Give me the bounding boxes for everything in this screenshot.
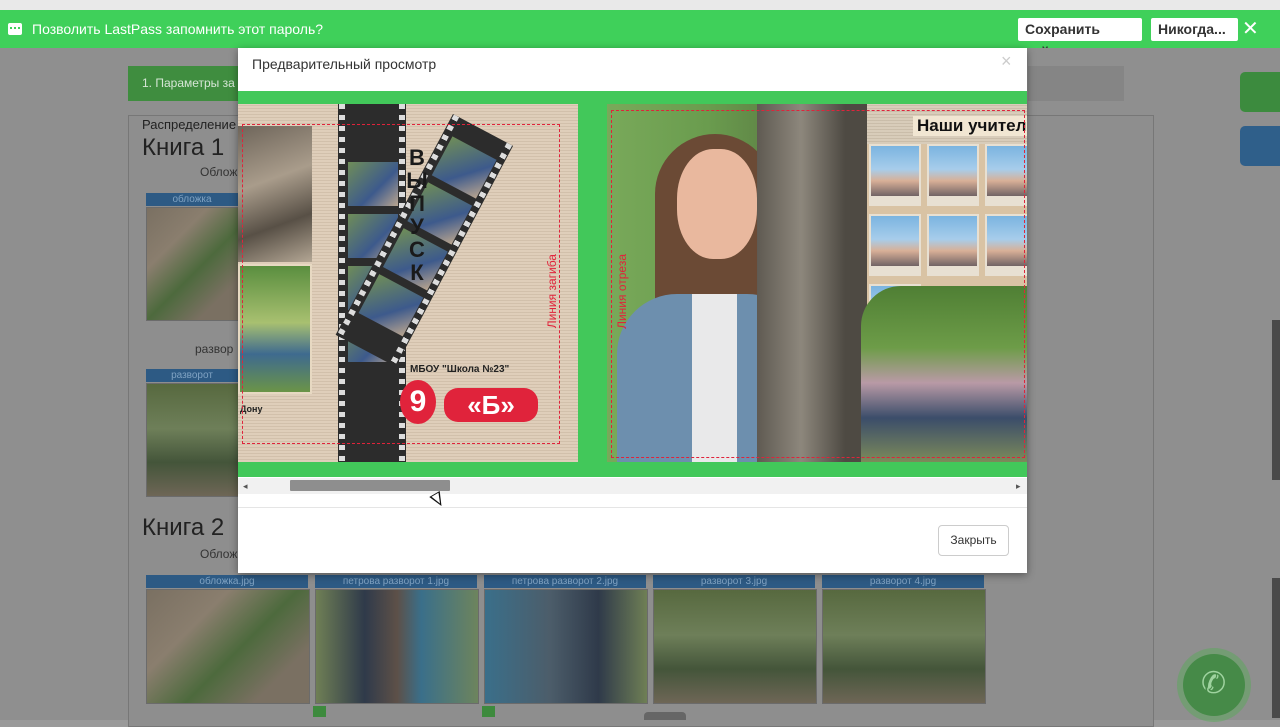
preview-cover-page: Дону В Ы П У С К МБОУ "Школа №23" 9 «Б» …	[238, 104, 578, 462]
book-1-cover-caption: обложка	[146, 193, 238, 206]
book-2-thumb-4[interactable]	[653, 589, 817, 704]
step-tab-parameters[interactable]: 1. Параметры за	[128, 66, 248, 101]
view-side-button[interactable]	[1240, 126, 1280, 166]
preview-canvas: Дону В Ы П У С К МБОУ "Школа №23" 9 «Б» …	[238, 91, 1027, 477]
scrollbar-thumb[interactable]	[290, 480, 450, 491]
lastpass-bar: Позволить LastPass запомнить этот пароль…	[0, 10, 1280, 60]
bottom-handle[interactable]	[644, 712, 686, 720]
cut-line-label: Линия отреза	[615, 254, 629, 329]
lastpass-save-site-button[interactable]: Сохранить сайт	[1018, 18, 1142, 60]
book-2-thumb-caption-3: петрова разворот 2.jpg	[484, 575, 646, 588]
book-2-thumb-5[interactable]	[822, 589, 986, 704]
book-2-thumb-caption-2: петрова разворот 1.jpg	[315, 575, 477, 588]
right-edge-strip	[1272, 320, 1280, 480]
lastpass-prompt: Позволить LastPass запомнить этот пароль…	[32, 21, 324, 37]
right-edge-strip	[1272, 578, 1280, 718]
lastpass-never-button[interactable]: Никогда...	[1151, 18, 1238, 41]
book-2-thumb-3[interactable]	[484, 589, 648, 704]
thumb-badge-icon	[482, 706, 495, 717]
scroll-left-arrow-icon[interactable]: ◂	[243, 481, 248, 492]
modal-close-icon[interactable]: ×	[1001, 51, 1012, 72]
book-2-thumb-caption-1: обложка.jpg	[146, 575, 308, 588]
book-1-spread-thumb[interactable]	[146, 383, 240, 497]
thumb-badge-icon	[313, 706, 326, 717]
fold-line-label: Линия загиба	[545, 254, 559, 329]
preview-spread-page: Наши учител Линия отреза	[607, 104, 1027, 462]
step-tab-next[interactable]	[1028, 66, 1124, 101]
book-1-cover-label: Облож	[200, 165, 238, 179]
book-2-thumb-2[interactable]	[315, 589, 479, 704]
book-1-spread-caption: разворот	[146, 369, 238, 382]
book-2-cover-label: Облож	[200, 547, 238, 561]
book-1-cover-thumb[interactable]	[146, 207, 240, 321]
phone-icon: ✆	[1201, 667, 1227, 700]
safe-zone-guide	[242, 124, 560, 444]
call-button[interactable]: ✆	[1183, 654, 1245, 716]
preview-horizontal-scrollbar[interactable]: ◂ ▸	[238, 478, 1027, 494]
modal-close-button[interactable]: Закрыть	[938, 525, 1009, 556]
chat-side-button[interactable]	[1240, 72, 1280, 112]
cut-zone-guide	[611, 110, 1025, 458]
modal-footer-divider	[238, 507, 1027, 508]
book-2-thumb-1[interactable]	[146, 589, 310, 704]
lastpass-close-icon[interactable]: ✕	[1242, 19, 1259, 39]
book-2-thumb-caption-5: разворот 4.jpg	[822, 575, 984, 588]
book-2-heading: Книга 2	[142, 514, 225, 541]
modal-title: Предварительный просмотр	[252, 56, 437, 72]
browser-url-bar	[0, 0, 1280, 10]
distribution-label: Распределение	[142, 117, 237, 132]
preview-modal: Предварительный просмотр × Дону В Ы П У …	[238, 48, 1027, 573]
scroll-right-arrow-icon[interactable]: ▸	[1016, 481, 1021, 492]
book-2-thumb-caption-4: разворот 3.jpg	[653, 575, 815, 588]
book-1-heading: Книга 1	[142, 134, 225, 161]
lastpass-icon	[8, 23, 22, 35]
book-1-spread-label: развор	[195, 342, 234, 356]
modal-header: Предварительный просмотр ×	[238, 48, 1027, 91]
